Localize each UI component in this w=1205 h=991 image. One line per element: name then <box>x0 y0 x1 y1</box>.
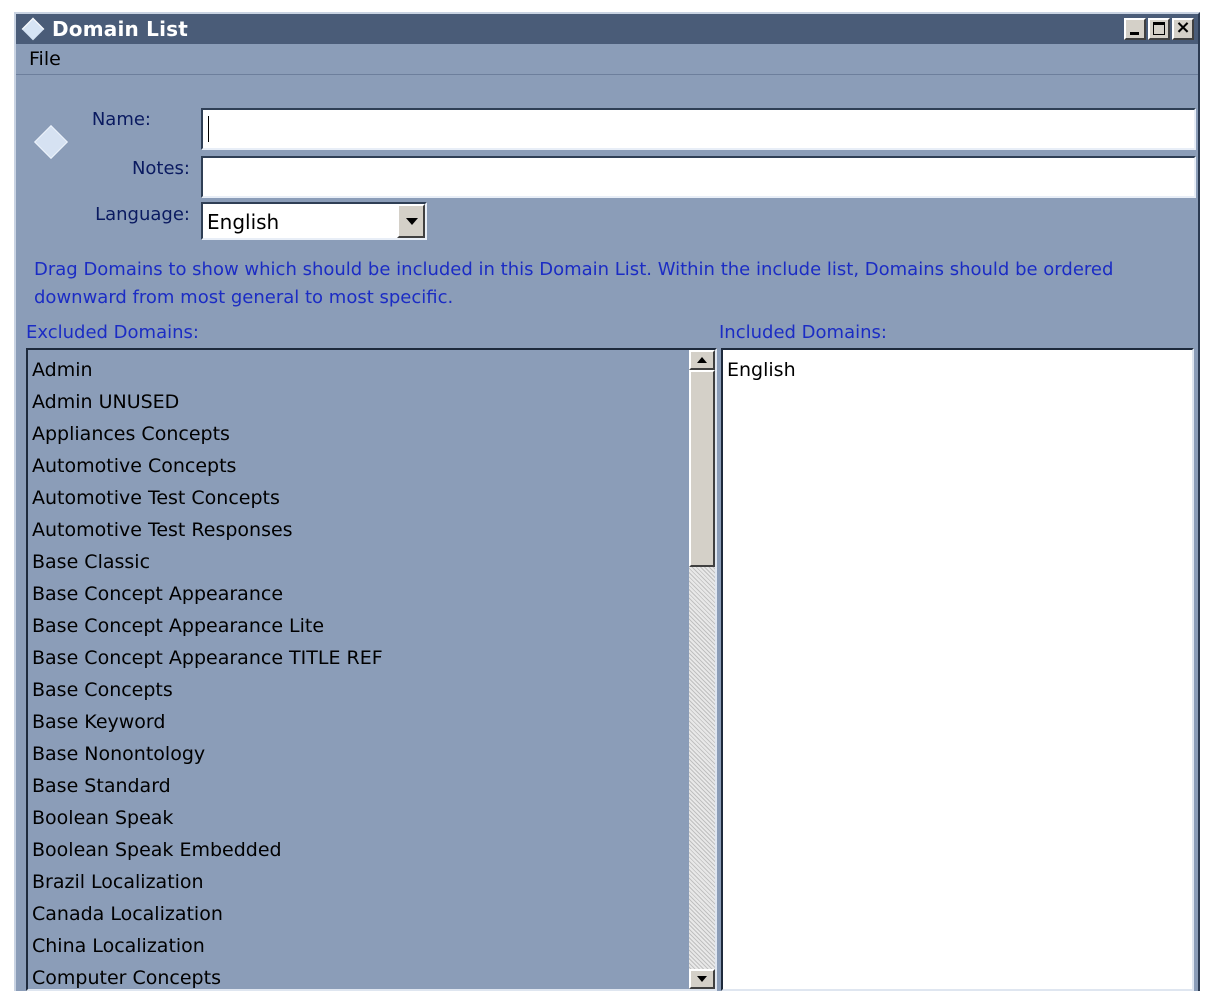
name-label: Name: <box>91 109 151 130</box>
form-diamond-icon <box>34 125 68 159</box>
list-item[interactable]: Canada Localization <box>32 898 685 930</box>
excluded-domains-label: Excluded Domains: <box>26 322 199 343</box>
excluded-scrollbar[interactable] <box>689 350 715 989</box>
instructions-text: Drag Domains to show which should be inc… <box>34 259 1114 308</box>
window-controls: × <box>1124 18 1194 40</box>
list-item[interactable]: Boolean Speak Embedded <box>32 834 685 866</box>
list-item[interactable]: Base Standard <box>32 770 685 802</box>
notes-label: Notes: <box>131 158 190 179</box>
scroll-down-icon[interactable] <box>689 969 715 989</box>
list-item[interactable]: English <box>727 354 1188 386</box>
menu-bar: File <box>16 44 1198 74</box>
domain-list-window: Domain List × File Name: Notes: Language… <box>14 12 1200 991</box>
window-title: Domain List <box>52 17 188 41</box>
list-item[interactable]: Base Concept Appearance <box>32 578 685 610</box>
name-field[interactable] <box>201 108 1196 150</box>
included-items: English <box>727 354 1188 386</box>
language-select[interactable]: English <box>201 202 427 240</box>
list-item[interactable]: Base Concept Appearance TITLE REF <box>32 642 685 674</box>
list-item[interactable]: Automotive Test Concepts <box>32 482 685 514</box>
title-bar[interactable]: Domain List × <box>16 14 1198 44</box>
menu-file[interactable]: File <box>16 48 61 70</box>
list-item[interactable]: Automotive Test Responses <box>32 514 685 546</box>
list-item[interactable]: Base Classic <box>32 546 685 578</box>
chevron-down-icon[interactable] <box>397 204 425 238</box>
list-item[interactable]: Base Nonontology <box>32 738 685 770</box>
included-domains-list[interactable]: English <box>721 348 1194 991</box>
maximize-button[interactable] <box>1148 18 1170 40</box>
app-diamond-icon <box>20 16 46 42</box>
menu-divider <box>16 74 1198 75</box>
list-item[interactable]: Computer Concepts <box>32 962 685 989</box>
scroll-up-icon[interactable] <box>689 350 715 370</box>
list-item[interactable]: Base Concept Appearance Lite <box>32 610 685 642</box>
notes-field[interactable] <box>201 156 1196 198</box>
minimize-button[interactable] <box>1124 18 1146 40</box>
list-item[interactable]: Boolean Speak <box>32 802 685 834</box>
included-domains-label: Included Domains: <box>719 322 887 343</box>
list-item[interactable]: Brazil Localization <box>32 866 685 898</box>
list-item[interactable]: Base Keyword <box>32 706 685 738</box>
list-item[interactable]: Admin <box>32 354 685 386</box>
excluded-items: Admin Admin UNUSED Appliances Concepts A… <box>32 354 685 989</box>
language-label: Language: <box>95 204 190 225</box>
list-item[interactable]: Admin UNUSED <box>32 386 685 418</box>
excluded-domains-list[interactable]: Admin Admin UNUSED Appliances Concepts A… <box>26 348 717 991</box>
list-item[interactable]: China Localization <box>32 930 685 962</box>
list-item[interactable]: Automotive Concepts <box>32 450 685 482</box>
close-button[interactable]: × <box>1172 18 1194 40</box>
scroll-thumb[interactable] <box>689 370 715 567</box>
language-selected-value: English <box>207 210 280 234</box>
list-item[interactable]: Appliances Concepts <box>32 418 685 450</box>
list-item[interactable]: Base Concepts <box>32 674 685 706</box>
